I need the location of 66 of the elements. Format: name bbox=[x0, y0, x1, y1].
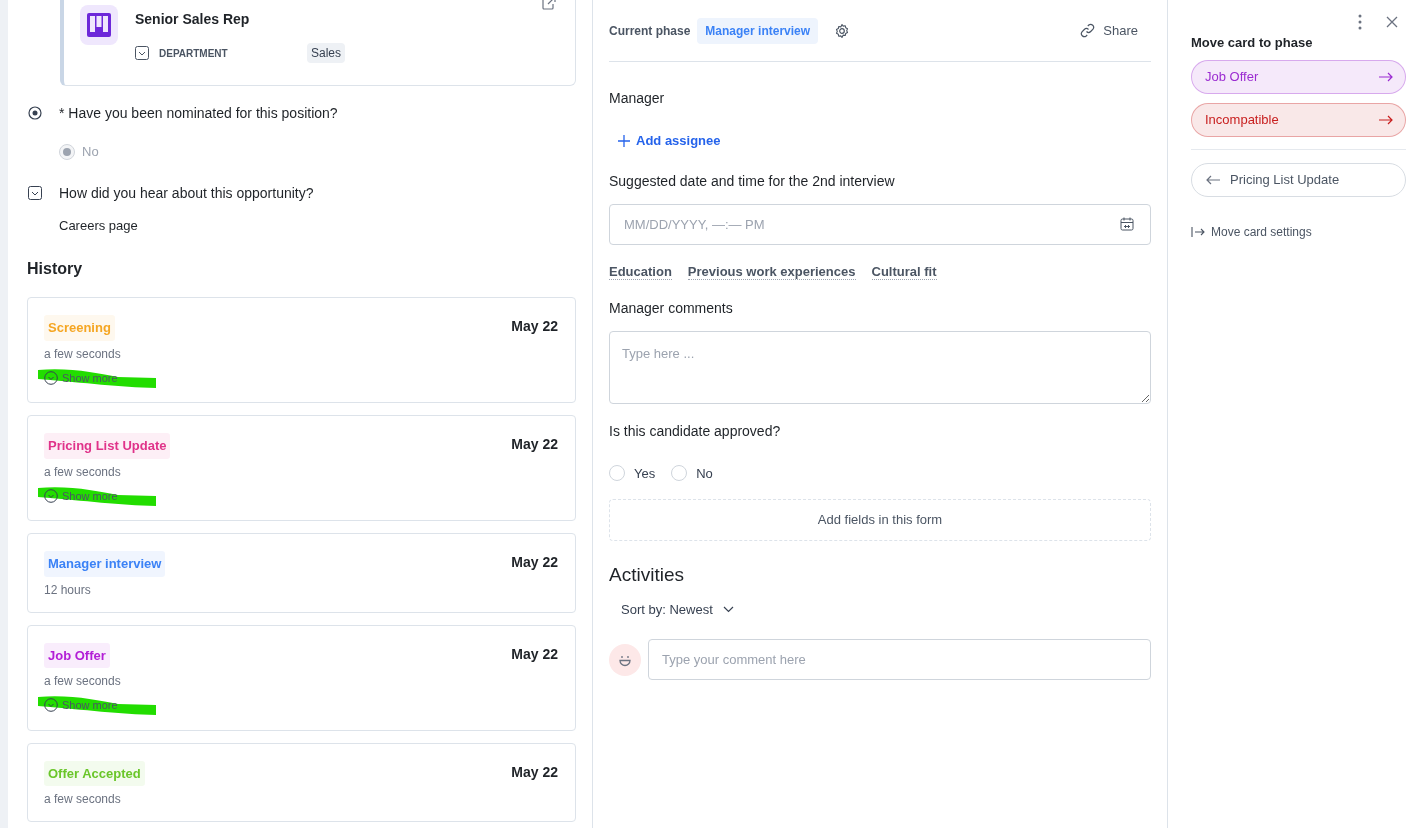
add-fields-button[interactable]: Add fields in this form bbox=[609, 499, 1151, 541]
card-title: Senior Sales Rep bbox=[135, 11, 251, 27]
chevron-down-icon bbox=[722, 605, 734, 613]
link-icon bbox=[1080, 23, 1096, 38]
tab-link[interactable]: Cultural fit bbox=[871, 263, 937, 280]
move-phase-button[interactable]: Job Offer bbox=[1191, 59, 1406, 94]
history-date: May 22 bbox=[511, 644, 558, 664]
move-card-settings-link[interactable]: Move card settings bbox=[1191, 222, 1312, 241]
add-assignee-button[interactable]: Add assignee bbox=[618, 131, 721, 151]
phase-tag: Job Offer bbox=[44, 642, 110, 668]
field-label: Manager bbox=[609, 89, 666, 108]
field-label: DEPARTMENT bbox=[159, 46, 229, 61]
history-date: May 22 bbox=[511, 553, 558, 572]
calendar-icon bbox=[1120, 216, 1134, 231]
phase-tag: Manager interview bbox=[44, 551, 166, 577]
tab-link[interactable]: Previous work experiences bbox=[687, 263, 856, 280]
history-date: May 22 bbox=[511, 762, 558, 782]
board-icon bbox=[85, 11, 113, 39]
answer-text: Careers page bbox=[59, 216, 139, 235]
arrow-to-bar-icon bbox=[1191, 226, 1205, 237]
option-label: Yes bbox=[634, 464, 656, 483]
arrow-right-icon bbox=[1379, 114, 1393, 125]
smiley-avatar-icon bbox=[609, 643, 641, 676]
dropdown-field-icon bbox=[28, 185, 42, 200]
elapsed-time: a few seconds bbox=[44, 674, 121, 689]
chevron-circle-icon bbox=[44, 488, 58, 503]
field-value: Sales bbox=[307, 43, 346, 63]
option-label: No bbox=[82, 143, 99, 161]
section-title: Activities bbox=[609, 563, 685, 587]
plus-icon bbox=[618, 134, 630, 147]
tab-link[interactable]: Education bbox=[609, 263, 672, 280]
question-label: * Have you been nominated for this position? bbox=[59, 104, 338, 122]
elapsed-time: a few seconds bbox=[44, 792, 121, 807]
sort-dropdown[interactable]: Sort by: Newest bbox=[621, 599, 734, 619]
elapsed-time: a few seconds bbox=[44, 346, 121, 362]
more-options-icon[interactable] bbox=[1358, 14, 1362, 30]
phase-tag: Pricing List Update bbox=[44, 433, 171, 459]
chevron-circle-icon bbox=[44, 698, 58, 713]
panel-title: Move card to phase bbox=[1191, 34, 1314, 52]
radio-field-icon bbox=[28, 106, 42, 120]
move-phase-button[interactable]: Incompatible bbox=[1191, 102, 1406, 137]
question-label: Is this candidate approved? bbox=[609, 421, 782, 441]
comments-field[interactable]: Type here ... bbox=[609, 330, 1151, 404]
field-label: Suggested date and time for the 2nd interview bbox=[609, 171, 896, 191]
comment-field[interactable]: Type your comment here bbox=[648, 639, 1151, 680]
arrow-right-icon bbox=[1379, 71, 1393, 82]
section-title: History bbox=[27, 259, 84, 279]
elapsed-time: a few seconds bbox=[44, 464, 121, 480]
current-phase-tag: Manager interview bbox=[697, 17, 819, 44]
option-label: No bbox=[696, 464, 713, 483]
elapsed-time: 12 hours bbox=[44, 582, 91, 598]
close-icon[interactable] bbox=[1386, 16, 1398, 28]
share-button[interactable]: Share bbox=[1080, 20, 1138, 41]
phase-label: Current phase bbox=[609, 22, 691, 40]
settings-icon[interactable] bbox=[834, 22, 851, 39]
date-time-field[interactable]: MM/DD/YYYY, —:— PM bbox=[609, 203, 1151, 245]
dropdown-field-icon bbox=[135, 46, 149, 60]
phase-tag: Screening bbox=[44, 315, 115, 341]
history-date: May 22 bbox=[511, 435, 558, 454]
field-label: Manager comments bbox=[609, 298, 734, 318]
radio-button[interactable] bbox=[59, 143, 75, 160]
history-date: May 22 bbox=[511, 317, 558, 336]
arrow-left-icon bbox=[1206, 174, 1220, 185]
phase-tag: Offer Accepted bbox=[44, 760, 145, 786]
chevron-circle-icon bbox=[44, 370, 58, 385]
question-label: How did you hear about this opportunity? bbox=[59, 183, 314, 202]
